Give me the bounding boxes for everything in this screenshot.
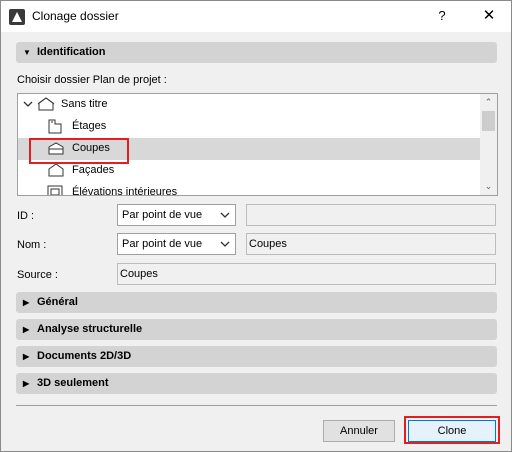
- general-section-header[interactable]: ▶ Général: [16, 292, 497, 313]
- tree-item-label: Élévations intérieures: [72, 186, 178, 196]
- structural-analysis-section-label: Analyse structurelle: [37, 323, 143, 335]
- chevron-down-icon: [220, 212, 230, 218]
- caret-right-icon: ▶: [23, 298, 30, 307]
- tree-item-label: Façades: [72, 164, 115, 176]
- tree-item-label: Sans titre: [61, 98, 108, 110]
- caret-down-icon: ▼: [23, 48, 31, 57]
- source-label: Source :: [17, 269, 58, 281]
- identification-section-label: Identification: [37, 46, 106, 58]
- documents-2d3d-section-label: Documents 2D/3D: [37, 350, 132, 362]
- storey-icon: [48, 119, 62, 134]
- tree-item-etages[interactable]: Étages: [18, 116, 480, 138]
- identification-section-header[interactable]: ▼ Identification: [16, 42, 497, 63]
- general-section-label: Général: [37, 296, 78, 308]
- documents-2d3d-section-header[interactable]: ▶ Documents 2D/3D: [16, 346, 497, 367]
- house-icon: [37, 97, 55, 111]
- caret-right-icon: ▶: [23, 379, 30, 388]
- name-label: Nom :: [17, 239, 47, 251]
- elevation-icon: [48, 163, 64, 177]
- footer-separator: [16, 405, 497, 406]
- scroll-thumb[interactable]: [482, 111, 495, 131]
- 3d-only-section-header[interactable]: ▶ 3D seulement: [16, 373, 497, 394]
- selection-highlight: [29, 138, 129, 164]
- scroll-down-icon[interactable]: ⌄: [480, 180, 497, 192]
- tree-item-elevations-interieures[interactable]: Élévations intérieures: [18, 182, 480, 196]
- tree-item-label: Étages: [72, 120, 107, 132]
- name-mode-dropdown[interactable]: Par point de vue: [117, 233, 236, 255]
- tree-scrollbar[interactable]: ⌃ ⌄: [480, 94, 497, 195]
- scroll-up-icon[interactable]: ⌃: [480, 96, 497, 108]
- caret-right-icon: ▶: [23, 325, 30, 334]
- cancel-button[interactable]: Annuler: [323, 420, 395, 442]
- source-field: Coupes: [117, 263, 496, 285]
- id-mode-dropdown[interactable]: Par point de vue: [117, 204, 236, 226]
- help-button[interactable]: ?: [431, 6, 453, 26]
- structural-analysis-section-header[interactable]: ▶ Analyse structurelle: [16, 319, 497, 340]
- source-value: Coupes: [120, 268, 158, 280]
- name-mode-value: Par point de vue: [122, 238, 203, 250]
- interior-elevation-icon: [47, 185, 63, 195]
- tree-item-sans-titre[interactable]: Sans titre: [18, 94, 480, 116]
- id-mode-value: Par point de vue: [122, 209, 203, 221]
- id-field[interactable]: [246, 204, 496, 226]
- name-value: Coupes: [249, 238, 287, 250]
- name-field[interactable]: Coupes: [246, 233, 496, 255]
- expand-chevron-icon[interactable]: [23, 101, 33, 109]
- id-label: ID :: [17, 210, 35, 222]
- caret-right-icon: ▶: [23, 352, 30, 361]
- 3d-only-section-label: 3D seulement: [37, 377, 109, 389]
- chevron-down-icon: [220, 241, 230, 247]
- close-button[interactable]: ✕: [478, 6, 500, 26]
- choose-folder-label: Choisir dossier Plan de projet :: [17, 74, 167, 86]
- title-bar: Clonage dossier ? ✕: [1, 1, 511, 32]
- clone-folder-dialog: Clonage dossier ? ✕ ▼ Identification Cho…: [0, 0, 512, 452]
- clone-button-highlight: [404, 416, 500, 444]
- folder-tree[interactable]: Sans titre Étages Coupes Façades Élévati…: [17, 93, 498, 196]
- window-title: Clonage dossier: [32, 9, 119, 23]
- app-icon: [9, 9, 25, 25]
